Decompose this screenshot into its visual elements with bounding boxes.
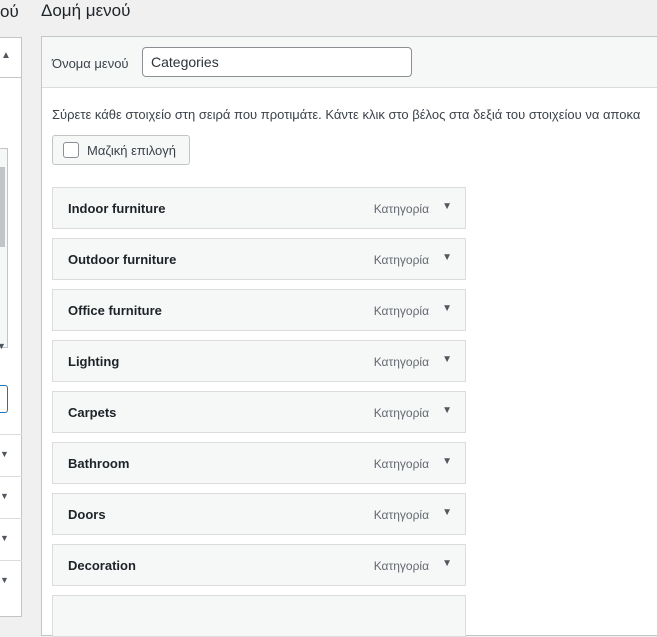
bulk-select-label: Μαζική επιλογή (87, 142, 176, 158)
menu-item[interactable]: Lighting Κατηγορία ▼ (52, 340, 466, 382)
expand-arrow-icon[interactable]: ▼ (442, 201, 452, 212)
left-accordion-toggle[interactable]: ▼ (0, 518, 22, 560)
expand-arrow-icon[interactable]: ▼ (442, 303, 452, 314)
left-panel-title: ού (0, 2, 19, 21)
page-title: Δομή μενού (41, 1, 131, 20)
left-accordion-toggle[interactable]: ▼ (0, 434, 22, 476)
menu-item[interactable]: Carpets Κατηγορία ▼ (52, 391, 466, 433)
menu-item[interactable]: Bathroom Κατηγορία ▼ (52, 442, 466, 484)
expand-arrow-icon[interactable]: ▼ (442, 252, 452, 263)
menu-item[interactable]: Indoor furniture Κατηγορία ▼ (52, 187, 466, 229)
menu-name-label: Όνομα μενού (52, 56, 129, 71)
menu-item[interactable]: Decoration Κατηγορία ▼ (52, 544, 466, 586)
drag-instructions: Σύρετε κάθε στοιχείο στη σειρά που προτι… (52, 107, 641, 122)
bulk-select-checkbox[interactable] (63, 142, 79, 158)
menu-item-title: Bathroom (68, 456, 130, 471)
left-panel-collapse[interactable]: ▲ (0, 38, 22, 78)
menu-item[interactable] (52, 595, 466, 637)
scroll-down-icon[interactable]: ▼ (0, 341, 6, 351)
left-accordion-toggle[interactable]: ▼ (0, 560, 22, 602)
menu-item-type: Κατηγορία (373, 559, 429, 573)
menu-item-type: Κατηγορία (373, 508, 429, 522)
menu-item-type: Κατηγορία (373, 457, 429, 471)
menu-item-title: Doors (68, 507, 106, 522)
chevron-up-icon: ▲ (1, 50, 11, 61)
menu-item[interactable]: Office furniture Κατηγορία ▼ (52, 289, 466, 331)
menu-item[interactable]: Doors Κατηγορία ▼ (52, 493, 466, 535)
chevron-down-icon: ▼ (0, 491, 9, 501)
menu-item-title: Indoor furniture (68, 201, 166, 216)
menu-item-title: Office furniture (68, 303, 162, 318)
menu-name-bar: Όνομα μενού (42, 37, 657, 88)
expand-arrow-icon[interactable]: ▼ (442, 456, 452, 467)
menu-item-type: Κατηγορία (373, 202, 429, 216)
chevron-down-icon: ▼ (0, 449, 9, 459)
expand-arrow-icon[interactable]: ▼ (442, 354, 452, 365)
menu-item-title: Outdoor furniture (68, 252, 177, 267)
left-panel-button[interactable] (0, 385, 8, 413)
menu-item-type: Κατηγορία (373, 355, 429, 369)
menu-structure-box: Όνομα μενού Σύρετε κάθε στοιχείο στη σει… (41, 36, 657, 637)
menu-item-type: Κατηγορία (373, 253, 429, 267)
expand-arrow-icon[interactable]: ▼ (442, 507, 452, 518)
menu-item-type: Κατηγορία (373, 304, 429, 318)
menu-item-title: Lighting (68, 354, 120, 369)
bulk-select-button[interactable]: Μαζική επιλογή (52, 135, 190, 165)
menu-item-title: Decoration (68, 558, 136, 573)
expand-arrow-icon[interactable]: ▼ (442, 558, 452, 569)
menu-item-type: Κατηγορία (373, 406, 429, 420)
expand-arrow-icon[interactable]: ▼ (442, 405, 452, 416)
menu-name-input[interactable] (142, 47, 412, 77)
left-panel-scrollbar[interactable]: ▼ (0, 148, 8, 351)
left-accordion-toggle[interactable]: ▼ (0, 476, 22, 518)
chevron-down-icon: ▼ (0, 575, 9, 585)
scrollbar-thumb[interactable] (0, 167, 5, 247)
menu-item-title: Carpets (68, 405, 117, 420)
menu-item[interactable]: Outdoor furniture Κατηγορία ▼ (52, 238, 466, 280)
chevron-down-icon: ▼ (0, 533, 9, 543)
